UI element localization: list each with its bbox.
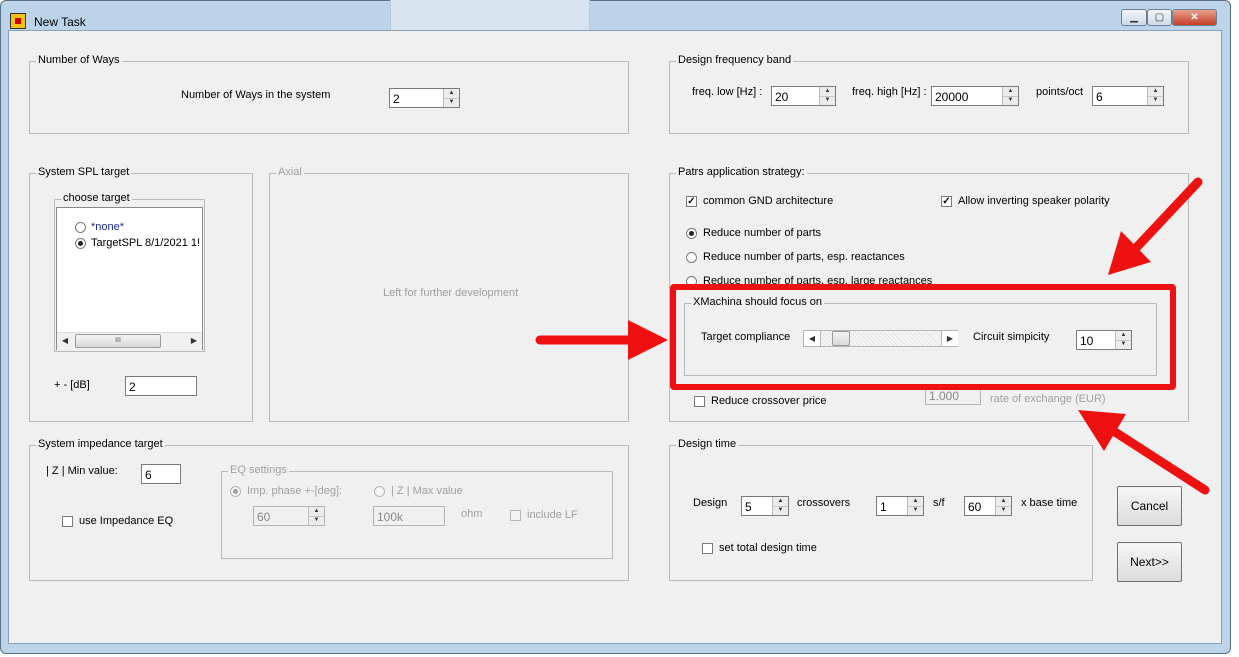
left-arrow-icon	[535, 320, 668, 360]
annotation-arrows	[535, 177, 1210, 495]
top-right-arrow-icon	[1108, 177, 1203, 275]
bottom-right-arrow-icon	[1078, 410, 1210, 495]
